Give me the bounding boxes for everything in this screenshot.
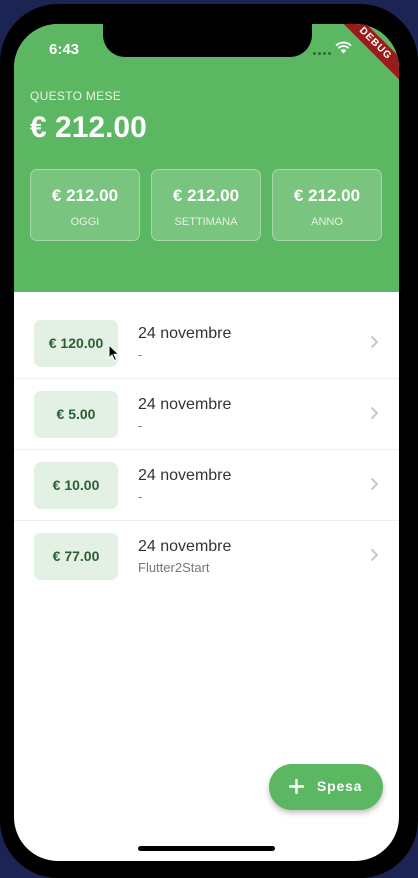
stat-label: OGGI	[70, 216, 100, 228]
expense-note: Flutter2Start	[138, 560, 210, 575]
summary-header: 6:43 DEBUG QUESTO MESE € 212.00 € 212.00…	[14, 24, 399, 292]
expense-list: € 120.00 24 novembre - € 5.00 24 novembr…	[14, 308, 399, 591]
expense-row[interactable]: € 10.00 24 novembre -	[14, 450, 399, 521]
expense-row[interactable]: € 120.00 24 novembre -	[14, 308, 399, 379]
stat-card-anno[interactable]: € 212.00 ANNO	[272, 169, 382, 241]
expense-note: -	[138, 347, 143, 362]
month-total: € 212.00	[30, 111, 147, 144]
expense-date: 24 novembre	[138, 396, 232, 413]
month-label: QUESTO MESE	[30, 89, 122, 103]
expense-amount-badge: € 10.00	[34, 462, 118, 509]
wifi-icon	[335, 41, 352, 54]
expense-row[interactable]: € 5.00 24 novembre -	[14, 379, 399, 450]
signal-dots-icon	[313, 52, 333, 70]
stat-card-settimana[interactable]: € 212.00 SETTIMANA	[151, 169, 261, 241]
device-notch	[103, 24, 312, 57]
status-time: 6:43	[49, 41, 80, 58]
expense-date: 24 novembre	[138, 467, 232, 484]
stats-cards: € 212.00 OGGI € 212.00 SETTIMANA € 212.0…	[30, 169, 384, 243]
chevron-right-icon	[370, 335, 379, 349]
stat-amount: € 212.00	[51, 186, 119, 205]
stat-amount: € 212.00	[172, 186, 240, 205]
chevron-right-icon	[370, 548, 379, 562]
chevron-right-icon	[370, 477, 379, 491]
stat-label: SETTIMANA	[174, 216, 238, 228]
expense-note: -	[138, 418, 143, 433]
stat-card-oggi[interactable]: € 212.00 OGGI	[30, 169, 140, 241]
expense-row[interactable]: € 77.00 24 novembre Flutter2Start	[14, 521, 399, 591]
expense-amount-badge: € 77.00	[34, 533, 118, 580]
expense-date: 24 novembre	[138, 538, 232, 555]
plus-icon	[289, 779, 304, 794]
expense-amount-badge: € 120.00	[34, 320, 118, 367]
expense-date: 24 novembre	[138, 325, 232, 342]
add-expense-label: Spesa	[317, 778, 363, 794]
add-expense-button[interactable]: Spesa	[269, 764, 383, 810]
expense-note: -	[138, 489, 143, 504]
stat-amount: € 212.00	[293, 186, 361, 205]
debug-banner: DEBUG	[333, 24, 399, 86]
mouse-cursor-icon	[108, 344, 120, 362]
chevron-right-icon	[370, 406, 379, 420]
app-screen: 6:43 DEBUG QUESTO MESE € 212.00 € 212.00…	[14, 24, 399, 861]
home-indicator	[138, 846, 275, 851]
expense-amount-badge: € 5.00	[34, 391, 118, 438]
stat-label: ANNO	[311, 216, 343, 228]
